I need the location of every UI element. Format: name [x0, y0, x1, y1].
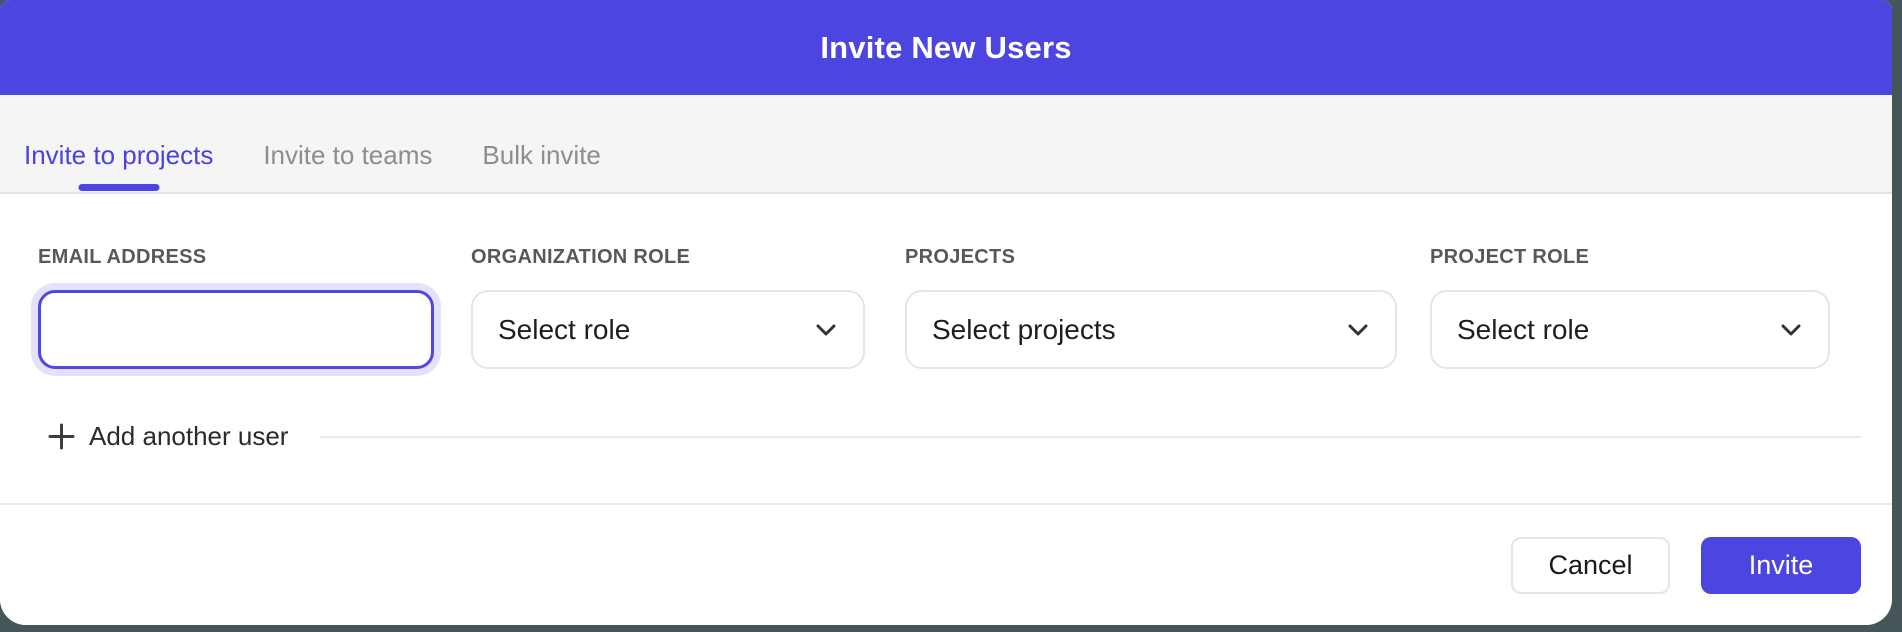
project-role-select[interactable]: Select role: [1430, 290, 1830, 369]
projects-select[interactable]: Select projects: [905, 290, 1397, 369]
dialog-footer: Cancel Invite: [0, 503, 1892, 625]
project-role-select-value: Select role: [1457, 314, 1589, 346]
projects-field-group: PROJECTS Select projects: [905, 248, 1397, 369]
dialog-header: Invite New Users: [0, 0, 1892, 95]
add-user-row: Add another user: [38, 421, 1861, 452]
tab-invite-to-projects-label: Invite to projects: [24, 140, 213, 170]
tab-invite-to-teams-label: Invite to teams: [263, 140, 432, 170]
row-divider: [320, 436, 1861, 438]
email-address-input[interactable]: [38, 290, 434, 369]
tab-invite-to-projects[interactable]: Invite to projects: [24, 140, 213, 192]
organization-role-select-value: Select role: [498, 314, 630, 346]
cancel-button[interactable]: Cancel: [1511, 537, 1670, 594]
invite-user-row: EMAIL ADDRESS ORGANIZATION ROLE Select r…: [38, 248, 1861, 369]
organization-role-field-group: ORGANIZATION ROLE Select role: [471, 248, 865, 369]
add-another-user-label: Add another user: [89, 421, 288, 452]
invite-button[interactable]: Invite: [1701, 537, 1861, 594]
project-role-label: PROJECT ROLE: [1430, 248, 1830, 267]
tab-invite-to-teams[interactable]: Invite to teams: [263, 140, 432, 192]
organization-role-label: ORGANIZATION ROLE: [471, 248, 865, 267]
add-another-user-button[interactable]: Add another user: [38, 421, 288, 452]
projects-label: PROJECTS: [905, 248, 1397, 267]
email-address-label: EMAIL ADDRESS: [38, 248, 434, 267]
project-role-field-group: PROJECT ROLE Select role: [1430, 248, 1830, 369]
projects-select-value: Select projects: [932, 314, 1116, 346]
tab-bulk-invite-label: Bulk invite: [482, 140, 601, 170]
chevron-down-icon: [1348, 324, 1368, 336]
organization-role-select[interactable]: Select role: [471, 290, 865, 369]
tab-bar: Invite to projects Invite to teams Bulk …: [0, 95, 1892, 194]
active-tab-indicator: [78, 184, 159, 191]
chevron-down-icon: [816, 324, 836, 336]
invite-new-users-dialog: Invite New Users Invite to projects Invi…: [0, 0, 1892, 625]
dialog-content: EMAIL ADDRESS ORGANIZATION ROLE Select r…: [0, 194, 1892, 503]
chevron-down-icon: [1781, 324, 1801, 336]
dialog-title: Invite New Users: [820, 30, 1071, 66]
plus-icon: [48, 423, 75, 450]
email-address-field-group: EMAIL ADDRESS: [38, 248, 434, 369]
tab-bulk-invite[interactable]: Bulk invite: [482, 140, 601, 192]
